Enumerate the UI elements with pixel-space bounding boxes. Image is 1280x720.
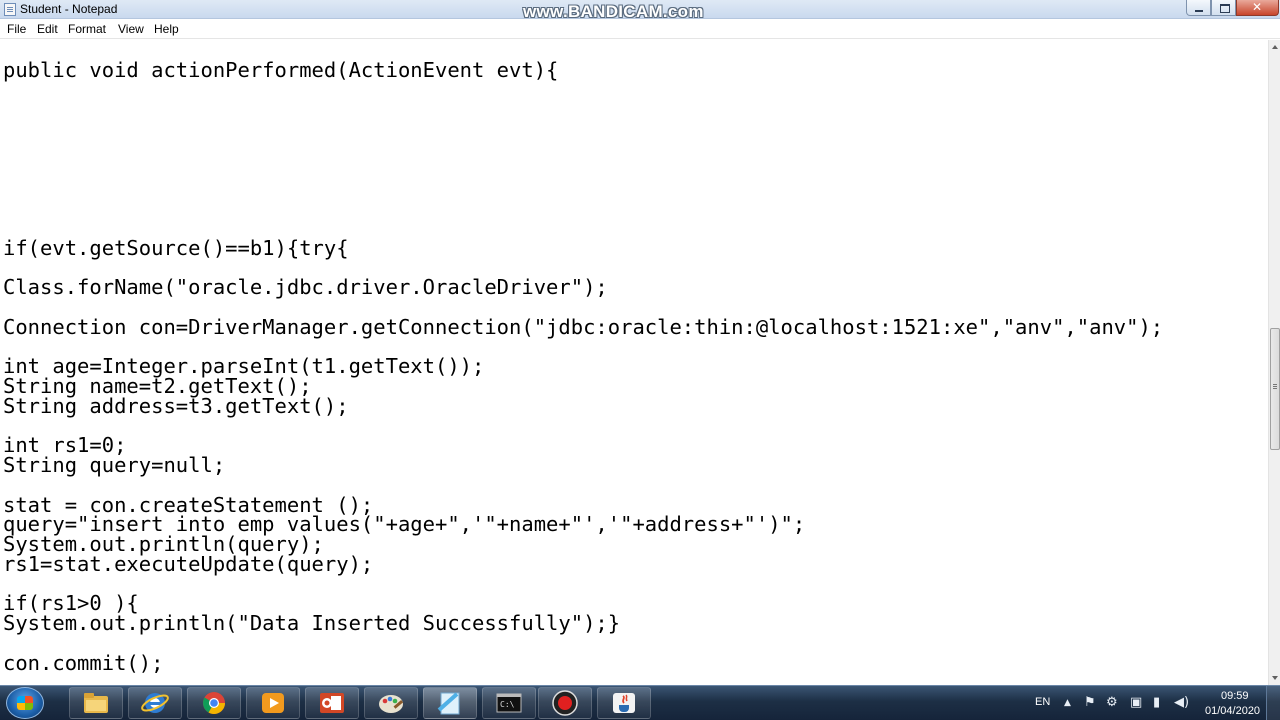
code-line: if(evt.getSource()==b1){try{ (3, 235, 349, 260)
notepad-app-icon[interactable] (4, 3, 16, 16)
scroll-up-button[interactable] (1269, 40, 1280, 54)
title-bar: Student - Notepad www.BANDICAM.com (0, 0, 1280, 21)
svg-text:C:\: C:\ (500, 700, 515, 709)
start-button[interactable] (6, 687, 44, 719)
display-icon[interactable]: ▣ (1130, 696, 1142, 709)
taskbar-media-player[interactable] (246, 687, 300, 719)
taskbar-chrome[interactable] (187, 687, 241, 719)
paint-icon (379, 695, 404, 713)
network-signal-icon[interactable]: ▮ (1153, 696, 1160, 709)
taskbar-internet-explorer[interactable] (128, 687, 182, 719)
network-tools-icon[interactable]: ⚙ (1106, 696, 1118, 709)
code-line: System.out.println("Data Inserted Succes… (3, 611, 621, 635)
text-editor[interactable]: public void actionPerformed(ActionEvent … (0, 40, 1268, 685)
menu-bar: File Edit Format View Help (0, 19, 1280, 39)
window-title: Student - Notepad (20, 2, 118, 16)
code-line: String name=t2.getText(); (3, 374, 312, 398)
menu-file[interactable]: File (7, 22, 26, 36)
taskbar: C:\ EN ▲ ⚑ ⚙ ▣ ▮ ◀) 09:59 01/04/2020 (0, 685, 1280, 720)
taskbar-bandicam[interactable] (538, 687, 592, 719)
menu-view[interactable]: View (118, 22, 144, 36)
internet-explorer-icon (141, 693, 169, 713)
language-indicator[interactable]: EN (1035, 696, 1050, 708)
show-desktop-button[interactable] (1266, 686, 1280, 720)
chrome-icon (203, 692, 225, 714)
code-line: rs1=stat.executeUpdate(query); (3, 551, 374, 576)
vertical-scrollbar[interactable] (1268, 40, 1280, 685)
taskbar-notepad[interactable] (423, 687, 477, 719)
taskbar-command-prompt[interactable]: C:\ (482, 687, 536, 719)
powerpoint-icon (320, 693, 344, 713)
notepad-icon (437, 692, 460, 715)
menu-help[interactable]: Help (154, 22, 179, 36)
java-icon (613, 693, 635, 713)
code-line: String query=null; (3, 453, 226, 477)
bandicam-icon (552, 690, 578, 716)
taskbar-paint[interactable] (364, 687, 418, 719)
clock-date[interactable]: 01/04/2020 (1205, 705, 1260, 717)
code-line: Class.forName("oracle.jdbc.driver.Oracle… (3, 275, 608, 300)
taskbar-java[interactable] (597, 687, 651, 719)
show-hidden-icons-icon[interactable]: ▲ (1064, 699, 1071, 708)
close-button[interactable] (1236, 0, 1279, 16)
scroll-thumb[interactable] (1270, 328, 1280, 450)
code-line: System.out.println(query); (3, 532, 324, 556)
code-line: con.commit(); (3, 650, 164, 675)
maximize-button[interactable] (1211, 0, 1236, 16)
minimize-button[interactable] (1186, 0, 1211, 16)
command-prompt-icon: C:\ (496, 693, 522, 713)
volume-icon[interactable]: ◀) (1174, 696, 1189, 709)
code-line: public void actionPerformed(ActionEvent … (3, 58, 559, 82)
taskbar-file-explorer[interactable] (69, 687, 123, 719)
code-line: String address=t3.getText(); (3, 393, 349, 418)
menu-edit[interactable]: Edit (37, 22, 58, 36)
file-explorer-icon (84, 693, 108, 713)
menu-format[interactable]: Format (68, 22, 106, 36)
scroll-down-button[interactable] (1269, 671, 1280, 685)
taskbar-powerpoint[interactable] (305, 687, 359, 719)
bandicam-watermark: www.BANDICAM.com (523, 2, 704, 21)
action-center-flag-icon[interactable]: ⚑ (1084, 696, 1096, 709)
clock-time[interactable]: 09:59 (1221, 690, 1249, 702)
media-player-icon (262, 693, 284, 713)
code-line: Connection con=DriverManager.getConnecti… (3, 314, 1164, 339)
